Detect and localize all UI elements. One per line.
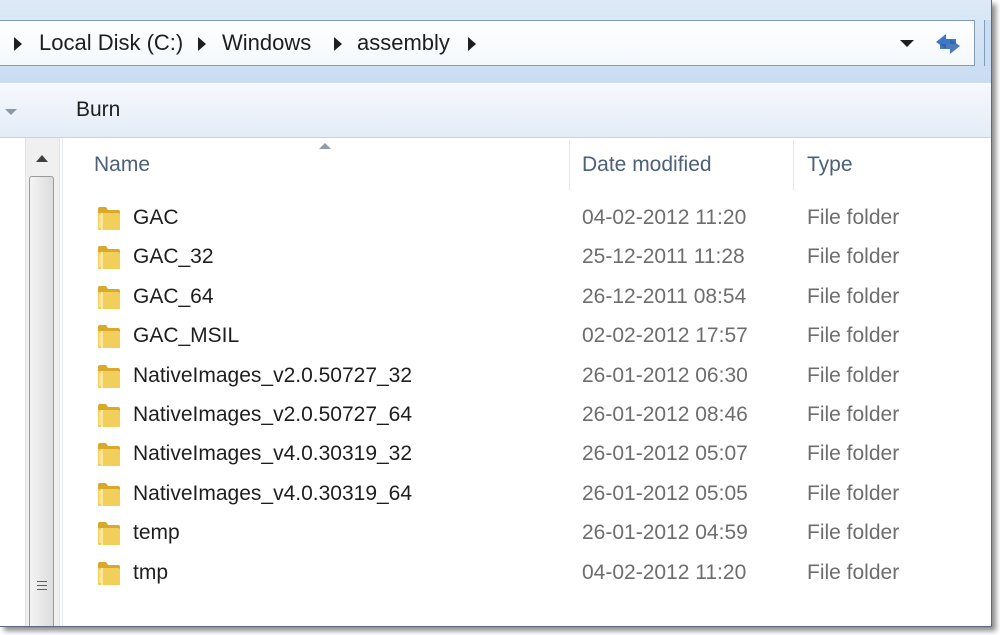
file-name: tmp [133,560,169,584]
table-row[interactable]: GAC_64 26-12-2011 08:54 File folder [63,277,991,316]
table-row[interactable]: NativeImages_v4.0.30319_32 26-01-2012 05… [63,434,991,473]
column-divider[interactable] [569,140,570,190]
folder-icon [98,285,120,309]
file-list: GAC 04-02-2012 11:20 File folder GAC_32 … [63,198,991,592]
file-name: NativeImages_v2.0.50727_64 [133,402,413,426]
folder-icon [98,403,120,427]
breadcrumb-arrow-icon[interactable] [468,37,476,51]
scrollbar-thumb[interactable] [29,176,54,626]
file-name: temp [133,521,180,545]
breadcrumb-arrow-icon[interactable] [198,37,206,51]
table-row[interactable]: NativeImages_v2.0.50727_32 26-01-2012 06… [63,356,991,395]
table-row[interactable]: tmp 04-02-2012 11:20 File folder [63,553,991,592]
grip-icon [37,581,47,591]
folder-icon [98,561,120,585]
column-divider[interactable] [793,140,794,190]
table-row[interactable]: temp 26-01-2012 04:59 File folder [63,513,991,552]
address-bar: Local Disk (C:) Windows assembly [0,0,991,82]
sort-ascending-icon [319,143,331,149]
table-row[interactable]: GAC_32 25-12-2011 11:28 File folder [63,237,991,276]
table-row[interactable]: NativeImages_v4.0.30319_64 26-01-2012 05… [63,474,991,513]
file-type: File folder [807,324,900,348]
column-header-date-modified[interactable]: Date modified [582,138,712,192]
file-type: File folder [807,206,900,229]
file-type: File folder [807,245,900,269]
burn-button[interactable]: Burn [76,95,120,125]
folder-icon [98,246,120,270]
file-type: File folder [807,284,900,308]
refresh-icon[interactable] [932,30,964,58]
file-date-modified: 26-01-2012 05:07 [582,442,748,466]
file-type: File folder [807,402,900,426]
navigation-scrollbar[interactable] [25,138,60,626]
breadcrumb-item-windows[interactable]: Windows [222,21,311,65]
folder-icon [98,522,120,546]
column-header-name[interactable]: Name [94,138,150,192]
breadcrumb[interactable]: Local Disk (C:) Windows assembly [0,20,975,66]
organize-dropdown-icon[interactable] [5,109,17,115]
folder-icon [98,443,120,467]
file-name: GAC [133,206,179,229]
search-box-edge[interactable] [984,20,991,66]
chevron-down-icon[interactable] [900,40,914,47]
folder-icon [98,325,120,349]
file-date-modified: 26-01-2012 04:59 [582,521,748,545]
file-date-modified: 26-01-2012 08:46 [582,402,748,426]
folder-icon [98,364,120,388]
file-date-modified: 25-12-2011 11:28 [582,245,745,269]
folder-icon [98,207,120,230]
file-date-modified: 02-02-2012 17:57 [582,324,748,348]
explorer-window: Local Disk (C:) Windows assembly Burn Na… [0,0,992,627]
file-type: File folder [807,560,900,584]
file-type: File folder [807,481,900,505]
file-name: NativeImages_v2.0.50727_32 [133,363,413,387]
file-date-modified: 26-01-2012 05:05 [582,481,748,505]
navigation-pane [0,138,63,626]
breadcrumb-item-assembly[interactable]: assembly [357,21,450,65]
file-name: GAC_64 [133,284,214,308]
file-date-modified: 04-02-2012 11:20 [582,560,747,584]
table-row[interactable]: NativeImages_v2.0.50727_64 26-01-2012 08… [63,395,991,434]
file-name: GAC_32 [133,245,214,269]
file-type: File folder [807,363,900,387]
breadcrumb-item-local-disk[interactable]: Local Disk (C:) [39,21,183,65]
file-name: GAC_MSIL [133,324,240,348]
file-name: NativeImages_v4.0.30319_64 [133,481,413,505]
breadcrumb-arrow-icon[interactable] [14,37,22,51]
file-date-modified: 04-02-2012 11:20 [582,206,747,229]
folder-icon [98,482,120,506]
file-type: File folder [807,442,900,466]
file-date-modified: 26-01-2012 06:30 [582,363,748,387]
file-type: File folder [807,521,900,545]
column-header-type[interactable]: Type [807,138,853,192]
table-row[interactable]: GAC 04-02-2012 11:20 File folder [63,198,991,237]
breadcrumb-arrow-icon[interactable] [334,37,342,51]
file-name: NativeImages_v4.0.30319_32 [133,442,413,466]
command-bar: Burn [0,82,991,138]
file-date-modified: 26-12-2011 08:54 [582,284,747,308]
column-header: Name Date modified Type [63,138,991,192]
scroll-up-icon[interactable] [26,146,59,172]
table-row[interactable]: GAC_MSIL 02-02-2012 17:57 File folder [63,316,991,355]
